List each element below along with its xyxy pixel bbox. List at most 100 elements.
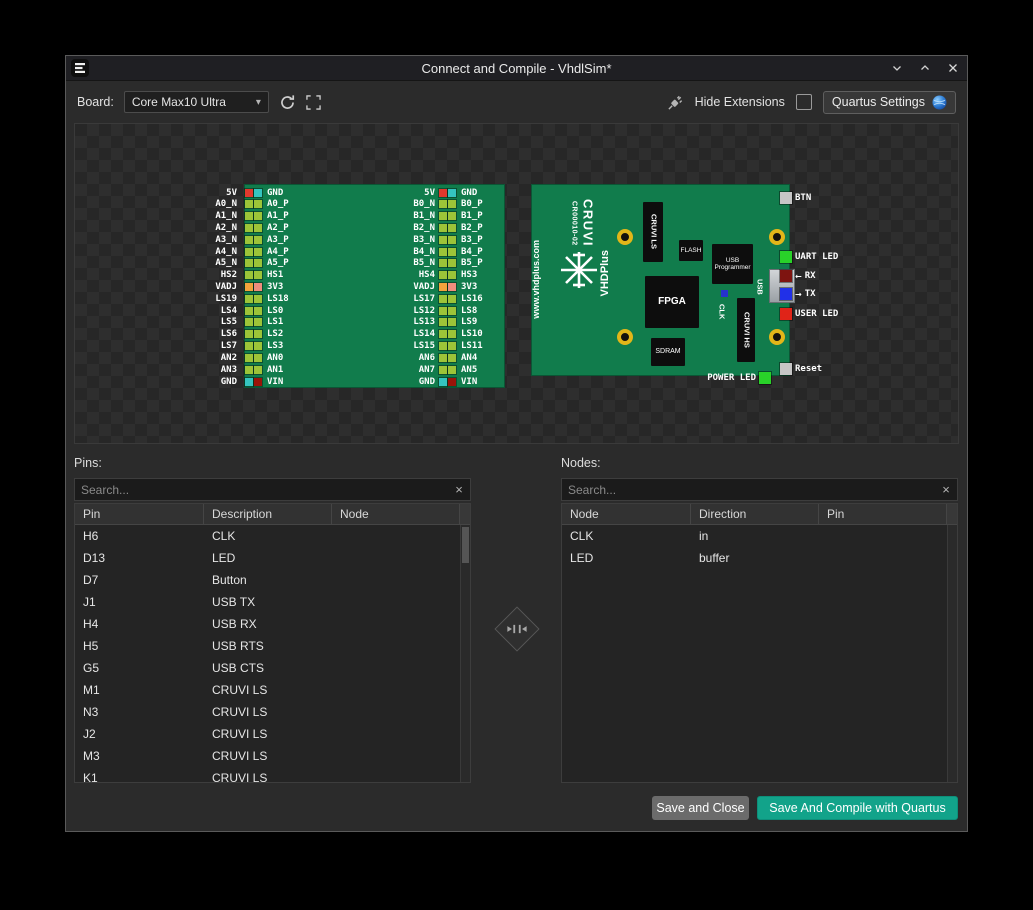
- table-cell: LED: [562, 547, 691, 569]
- board-select[interactable]: Core Max10 Ultra ▾: [124, 91, 269, 113]
- table-cell: CRUVI LS: [204, 701, 332, 723]
- table-row[interactable]: M1CRUVI LS: [75, 679, 470, 701]
- table-cell: USB TX: [204, 591, 332, 613]
- table-row[interactable]: D7Button: [75, 569, 470, 591]
- table-body: CLKinLEDbuffer: [562, 525, 957, 569]
- table-cell: CRUVI LS: [204, 767, 332, 783]
- table-cell: D7: [75, 569, 204, 591]
- table-cell: [332, 569, 470, 591]
- hide-extensions-checkbox[interactable]: [796, 94, 812, 110]
- table-cell: Button: [204, 569, 332, 591]
- table-cell: [332, 679, 470, 701]
- board-canvas[interactable]: 5VGND5VGNDA0_NA0_PB0_NB0_PA1_NA1_PB1_NB1…: [74, 123, 959, 444]
- column-header[interactable]: Pin: [75, 504, 204, 524]
- direction-arrow: →: [795, 290, 802, 299]
- table-row[interactable]: D13LED: [75, 547, 470, 569]
- pins-search: ×: [74, 478, 471, 501]
- table-row[interactable]: N3CRUVI LS: [75, 701, 470, 723]
- refresh-icon[interactable]: [279, 94, 296, 111]
- indicator-label: BTN: [795, 193, 811, 203]
- column-header[interactable]: Node: [562, 504, 691, 524]
- table-cell: CLK: [562, 525, 691, 547]
- clear-search-icon[interactable]: ×: [448, 482, 470, 497]
- board-select-value: Core Max10 Ultra: [132, 95, 256, 109]
- nodes-search: ×: [561, 478, 958, 501]
- board-indicator: Reset: [780, 363, 822, 375]
- connect-pin-node-button[interactable]: [497, 609, 537, 649]
- table-cell: M3: [75, 745, 204, 767]
- clear-search-icon[interactable]: ×: [935, 482, 957, 497]
- table-cell: K1: [75, 767, 204, 783]
- window-title: Connect and Compile - VhdlSim*: [66, 61, 967, 76]
- table-row[interactable]: M3CRUVI LS: [75, 745, 470, 767]
- indicator-label: USER LED: [795, 309, 838, 319]
- maximize-icon[interactable]: [911, 56, 939, 80]
- pins-panel-title: Pins:: [74, 456, 102, 470]
- table-cell: in: [691, 525, 819, 547]
- header-corner: [460, 504, 470, 524]
- board-indicator: USER LED: [780, 308, 838, 320]
- table-cell: [332, 547, 470, 569]
- close-icon[interactable]: [939, 56, 967, 80]
- chevron-down-icon: ▾: [256, 97, 261, 108]
- table-row[interactable]: G5USB CTS: [75, 657, 470, 679]
- direction-arrow: ←: [795, 272, 802, 281]
- table-row[interactable]: CLKin: [562, 525, 957, 547]
- table-cell: USB RX: [204, 613, 332, 635]
- table-cell: J2: [75, 723, 204, 745]
- table-cell: N3: [75, 701, 204, 723]
- pins-search-input[interactable]: [75, 483, 448, 497]
- board-indicators: BTNUART LED←RX→TXUSER LEDReset: [75, 124, 958, 443]
- indicator-label: RX: [805, 271, 816, 281]
- titlebar[interactable]: Connect and Compile - VhdlSim*: [66, 56, 967, 81]
- table-cell: LED: [204, 547, 332, 569]
- column-header[interactable]: Description: [204, 504, 332, 524]
- pins-table: PinDescriptionNodeH6CLKD13LEDD7ButtonJ1U…: [74, 503, 471, 783]
- save-and-close-button[interactable]: Save and Close: [652, 796, 749, 820]
- table-cell: [332, 613, 470, 635]
- rx-pad: [780, 270, 792, 282]
- tx-pad: [780, 288, 792, 300]
- hide-extensions-label: Hide Extensions: [695, 95, 785, 109]
- table-row[interactable]: H6CLK: [75, 525, 470, 547]
- quartus-globe-icon: [932, 95, 947, 110]
- column-header[interactable]: Node: [332, 504, 460, 524]
- table-row[interactable]: J2CRUVI LS: [75, 723, 470, 745]
- indicator-label: Reset: [795, 364, 822, 374]
- table-row[interactable]: K1CRUVI LS: [75, 767, 470, 783]
- uart-led-pad: [780, 251, 792, 263]
- indicator-label: TX: [805, 289, 816, 299]
- table-cell: D13: [75, 547, 204, 569]
- table-body: H6CLKD13LEDD7ButtonJ1USB TXH4USB RXH5USB…: [75, 525, 470, 783]
- table-cell: [332, 525, 470, 547]
- column-header[interactable]: Direction: [691, 504, 819, 524]
- table-cell: [332, 767, 470, 783]
- quartus-settings-label: Quartus Settings: [832, 95, 925, 109]
- indicator-label: UART LED: [795, 252, 838, 262]
- table-cell: USB CTS: [204, 657, 332, 679]
- reset-pad: [780, 363, 792, 375]
- fullscreen-icon[interactable]: [306, 95, 321, 110]
- table-cell: J1: [75, 591, 204, 613]
- table-row[interactable]: J1USB TX: [75, 591, 470, 613]
- minimize-icon[interactable]: [883, 56, 911, 80]
- table-row[interactable]: H4USB RX: [75, 613, 470, 635]
- table-cell: [332, 745, 470, 767]
- board-indicator: →TX: [780, 288, 816, 300]
- table-header: PinDescriptionNode: [75, 504, 470, 525]
- quartus-settings-button[interactable]: Quartus Settings: [823, 91, 956, 114]
- table-cell: [332, 591, 470, 613]
- table-cell: H6: [75, 525, 204, 547]
- table-cell: CRUVI LS: [204, 679, 332, 701]
- save-and-compile-button[interactable]: Save And Compile with Quartus: [757, 796, 958, 820]
- table-cell: [332, 635, 470, 657]
- table-cell: [332, 701, 470, 723]
- app-logo-icon: [71, 59, 89, 77]
- nodes-search-input[interactable]: [562, 483, 935, 497]
- table-row[interactable]: LEDbuffer: [562, 547, 957, 569]
- column-header[interactable]: Pin: [819, 504, 947, 524]
- board-label: Board:: [77, 95, 114, 109]
- toolbar-right: Hide Extensions Quartus Settings: [667, 91, 956, 114]
- table-cell: [819, 525, 957, 547]
- table-row[interactable]: H5USB RTS: [75, 635, 470, 657]
